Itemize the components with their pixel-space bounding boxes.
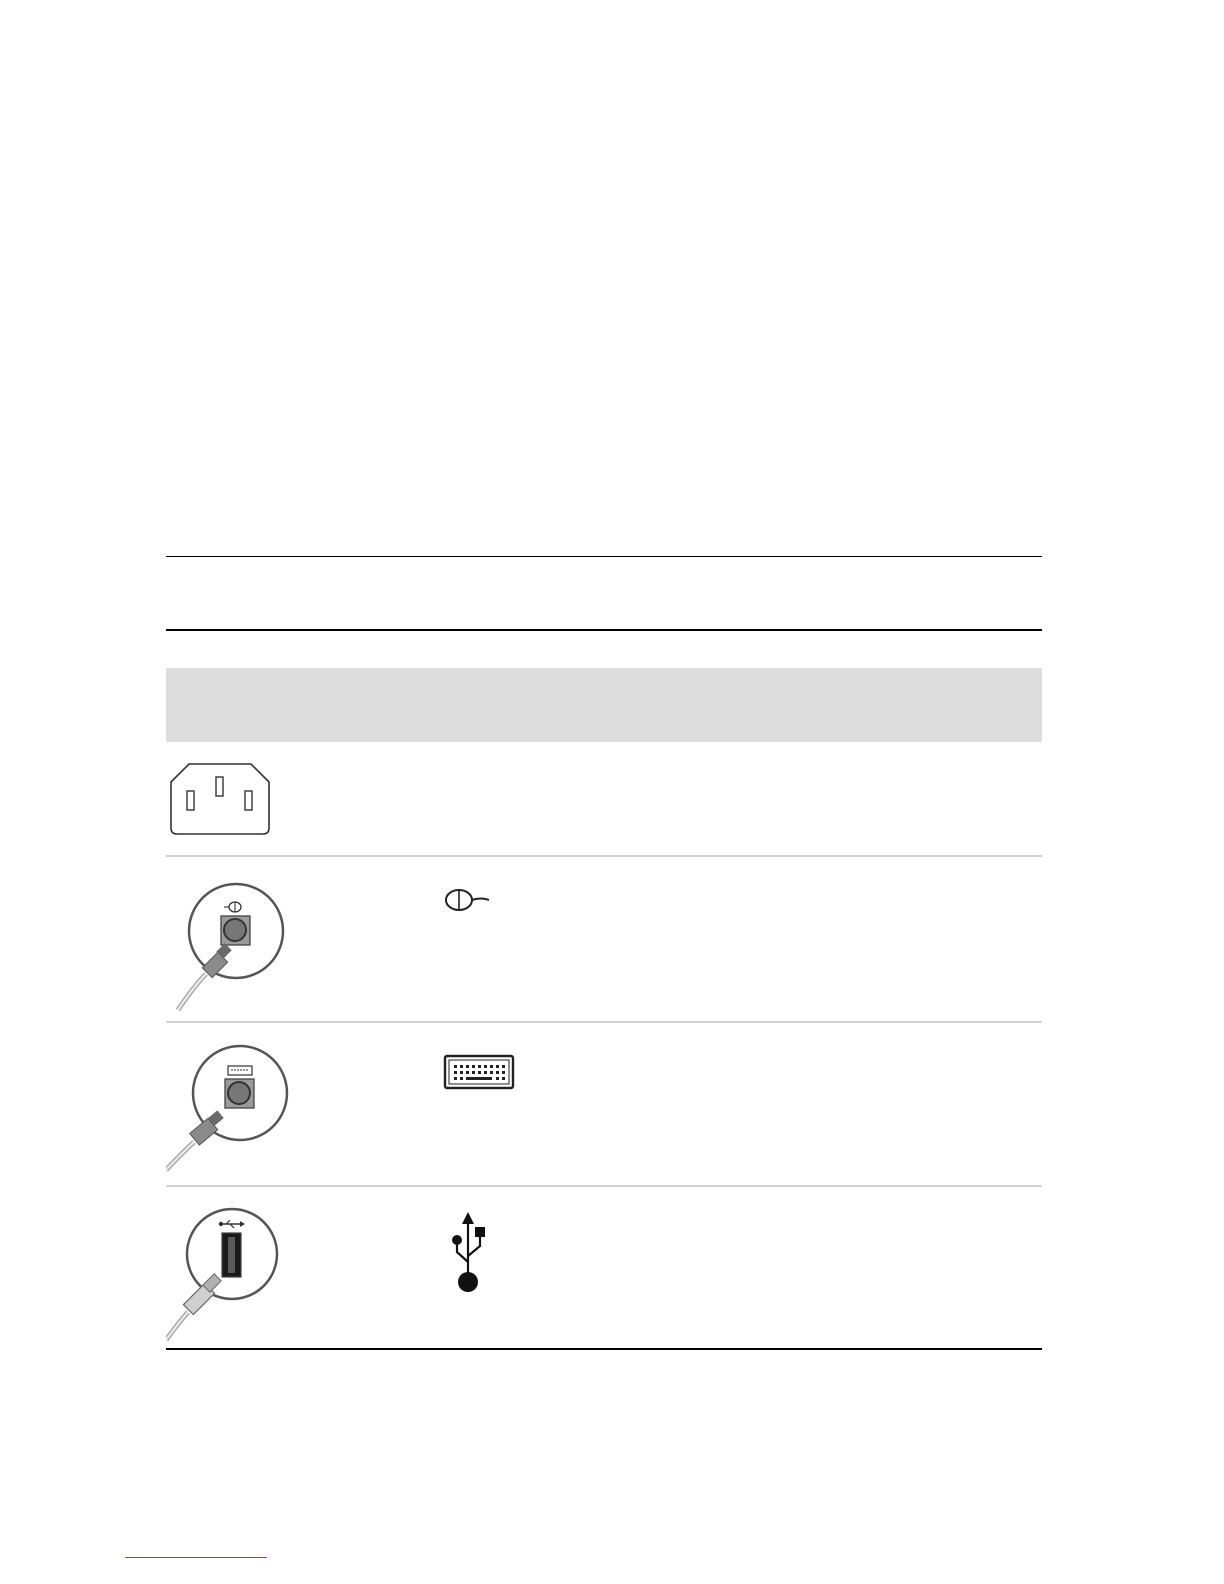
table-header: [166, 668, 1042, 742]
footer-link-underline[interactable]: [125, 1557, 267, 1558]
row-separator: [166, 855, 1042, 857]
row-separator: [166, 1021, 1042, 1023]
usb-port-icon: [166, 1207, 279, 1342]
top-rule: [166, 556, 1042, 557]
keyboard-icon: [443, 1054, 515, 1090]
section-rule: [166, 629, 1042, 631]
ps2-keyboard-port-icon: [166, 1044, 289, 1172]
power-socket-icon: [170, 763, 270, 835]
ps2-mouse-port-icon: [175, 882, 285, 1012]
mouse-icon: [445, 889, 490, 911]
table-bottom-rule: [166, 1348, 1042, 1350]
row-separator: [166, 1185, 1042, 1187]
usb-icon: [452, 1212, 485, 1292]
